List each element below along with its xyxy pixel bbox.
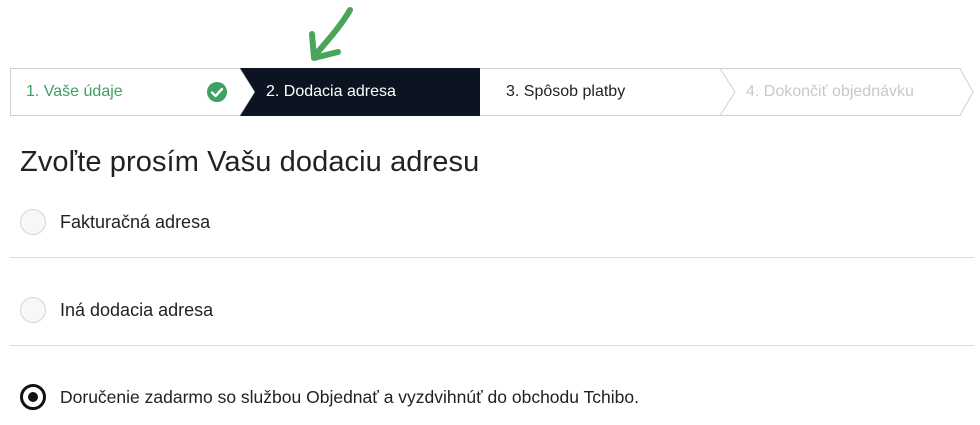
divider [10, 257, 974, 258]
checkout-stepper: 1. Vaše údaje 2. Dodacia adresa 3. Spôso… [10, 68, 974, 116]
option-label: Iná dodacia adresa [60, 299, 214, 320]
option-label: Fakturačná adresa [60, 211, 211, 232]
radio-button-selected[interactable] [20, 384, 46, 410]
step-label: 4. Dokončiť objednávku [746, 83, 914, 100]
check-circle-icon [207, 82, 227, 102]
step-label: 3. Spôsob platby [506, 83, 626, 100]
step-finish-order: 4. Dokončiť objednávku [746, 68, 956, 116]
option-label: Doručenie zadarmo so službou Objednať a … [60, 386, 639, 407]
step-label: 2. Dodacia adresa [266, 83, 396, 100]
page-title: Zvoľte prosím Vašu dodaciu adresu [20, 146, 480, 178]
step-delivery-address[interactable]: 2. Dodacia adresa [266, 68, 476, 116]
radio-button[interactable] [20, 297, 46, 323]
option-other-address[interactable]: Iná dodacia adresa [20, 297, 213, 323]
radio-button[interactable] [20, 209, 46, 235]
step-payment-method[interactable]: 3. Spôsob platby [506, 68, 716, 116]
option-store-pickup[interactable]: Doručenie zadarmo so službou Objednať a … [20, 384, 639, 410]
step-label: 1. Vaše údaje [26, 83, 123, 100]
option-billing-address[interactable]: Fakturačná adresa [20, 209, 210, 235]
arrow-annotation-icon [309, 7, 353, 61]
divider [10, 345, 974, 346]
